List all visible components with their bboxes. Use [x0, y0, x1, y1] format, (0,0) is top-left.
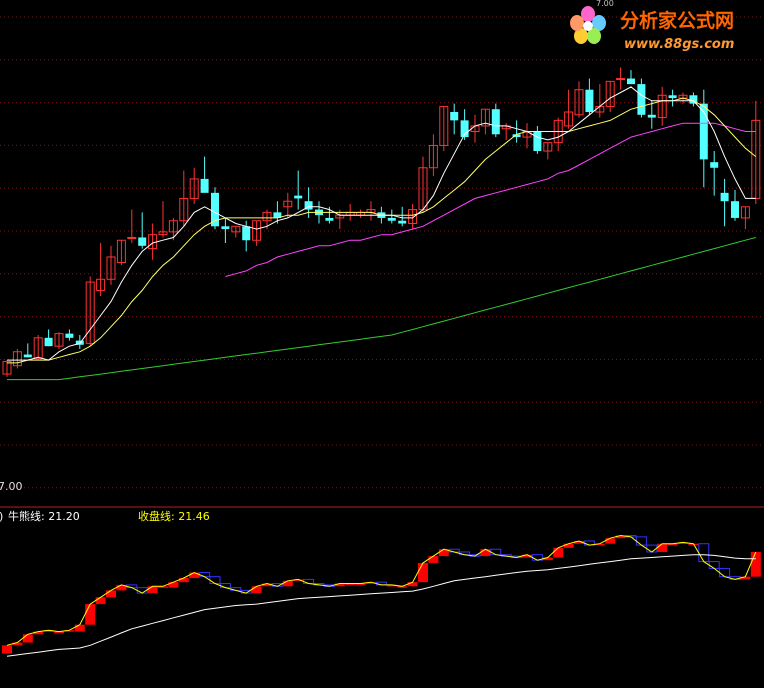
candle-body-down — [710, 162, 719, 168]
bull-bar-up — [553, 547, 564, 558]
candle-body-up — [616, 78, 626, 81]
main-axis-label: 7.00 — [0, 480, 23, 493]
bull-bar-up — [418, 562, 428, 583]
bull-bar-up — [178, 578, 189, 583]
candle-body-down — [200, 178, 209, 193]
bull-bar-up — [74, 624, 85, 632]
bull-bar-up — [251, 586, 262, 594]
candle-body-down — [647, 114, 656, 118]
candle-body-down — [627, 78, 635, 85]
bull-bar-up — [657, 543, 668, 552]
bull-bar-up — [750, 551, 761, 577]
candle-body-down — [221, 226, 230, 230]
candle-body-down — [668, 95, 677, 99]
candle-body-down — [138, 237, 147, 246]
bull-bar-up — [2, 645, 12, 654]
close-line-label: 收盘线: 21.46 — [138, 509, 210, 523]
bull-bar-up — [563, 543, 574, 548]
sub-panel-prefix: ) — [0, 510, 3, 523]
bull-bar-up — [106, 590, 116, 598]
candle-body-down — [242, 226, 251, 241]
candle-body-down — [294, 195, 303, 199]
chart-background — [0, 0, 764, 684]
candle-body-down — [585, 89, 594, 112]
bull-bar-up — [168, 582, 179, 588]
bull-bar-up — [85, 604, 96, 625]
bull-bar-up — [480, 549, 491, 557]
bull-bar-up — [428, 556, 439, 563]
top-price-label: 7.00 — [596, 0, 614, 8]
candle-body-down — [44, 337, 53, 347]
bull-bar-up — [147, 586, 158, 594]
watermark-brand: 分析家公式网 — [620, 9, 734, 32]
bull-bar-up — [605, 538, 616, 544]
chart-stage: 7.00 7.00 ) 牛熊线: 21.20 收盘线: 21.46 分析家公式网… — [0, 0, 764, 684]
candle-body-down — [450, 112, 459, 121]
candle-body-down — [491, 109, 500, 135]
candle-body-down — [65, 333, 74, 338]
candle-body-down — [387, 217, 396, 221]
candle-body-down — [533, 131, 542, 152]
candle-body-down — [720, 192, 729, 202]
bull-bar-up — [282, 580, 293, 587]
candle-body-down — [325, 217, 334, 221]
candle-body-down — [211, 192, 219, 227]
watermark-site: www.88gs.com — [624, 37, 734, 52]
bull-bar-up — [407, 582, 418, 587]
bull-line-label: 牛熊线: 21.20 — [8, 509, 80, 523]
bull-bar-up — [95, 597, 106, 605]
candle-body-down — [398, 220, 407, 224]
bull-bar-up — [22, 634, 33, 643]
bull-bar-up — [189, 572, 200, 579]
candle-body-down — [731, 201, 739, 218]
candle-body-down — [637, 84, 646, 115]
candle-body-down — [23, 354, 32, 358]
candle-body-up — [127, 236, 137, 239]
stock-chart-svg: 7.00 7.00 ) 牛熊线: 21.20 收盘线: 21.46 分析家公式网… — [0, 0, 764, 684]
